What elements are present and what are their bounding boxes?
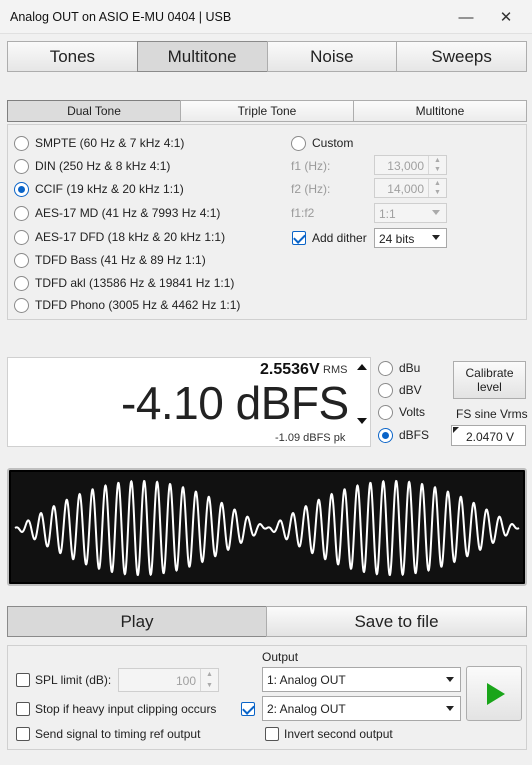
unit-label-dbfs: dBFS [399,428,430,442]
fs-sine-value: 2.0470 V [466,430,515,444]
unit-radio-volts[interactable] [378,405,393,420]
preset-radio-tdfd-phono[interactable] [14,298,29,313]
tab-multitone[interactable]: Multitone [136,41,268,72]
preset-label-din: DIN (250 Hz & 8 kHz 4:1) [35,159,171,173]
output2-value: 2: Analog OUT [267,702,346,716]
calibrate-label-line1: Calibrate [465,366,514,380]
play-button[interactable] [466,666,522,721]
level-stepper[interactable] [354,358,370,446]
spinner-arrows-icon: ▲ ▼ [428,156,446,174]
timing-ref-label: Send signal to timing ref output [35,727,201,741]
spl-limit-label: SPL limit (dB): [35,673,112,687]
corner-marker-icon [453,427,459,433]
arrow-down-icon[interactable] [357,418,367,424]
level-display[interactable]: 2.5536V RMS -4.10 dBFS -1.09 dBFS pk [7,357,371,447]
preset-radio-aes17-dfd[interactable] [14,230,29,245]
fs-sine-label: FS sine Vrms [456,407,528,421]
spl-limit-spinner[interactable]: 100 ▲ ▼ [118,668,219,692]
f1-value: 13,000 [387,159,424,173]
stop-clipping-checkbox[interactable] [16,702,30,716]
timing-ref-checkbox[interactable] [16,727,30,741]
ratio-select[interactable]: 1:1 [374,203,447,223]
preset-label-tdfd-phono: TDFD Phono (3005 Hz & 4462 Hz 1:1) [35,298,241,312]
stop-clipping-label: Stop if heavy input clipping occurs [35,702,217,716]
close-icon: ✕ [499,9,513,26]
save-to-file-button[interactable]: Save to file [266,606,527,637]
unit-label-dbu: dBu [399,361,421,375]
unit-label-dbv: dBV [399,383,422,397]
spinner-arrows-icon: ▲ ▼ [428,179,446,197]
chevron-down-icon [432,210,440,215]
level-main-value: -4.10 dBFS [121,377,349,429]
preset-label-ccif: CCIF (19 kHz & 20 kHz 1:1) [35,182,184,196]
window-title: Analog OUT on ASIO E-MU 0404 | USB [10,10,232,24]
tab-tones[interactable]: Tones [7,41,138,72]
rms-unit: RMS [323,364,348,376]
invert-second-label: Invert second output [284,727,393,741]
preset-label-aes17-md: AES-17 MD (41 Hz & 7993 Hz 4:1) [35,206,221,220]
waveform-svg [14,479,520,577]
spl-limit-checkbox[interactable] [16,673,30,687]
add-dither-checkbox[interactable] [292,231,306,245]
subtab-dual-tone[interactable]: Dual Tone [7,100,181,122]
output-label: Output [262,650,299,664]
chevron-down-icon [446,706,454,711]
close-button[interactable]: ✕ [486,0,526,34]
calibrate-level-button[interactable]: Calibrate level [453,361,526,399]
chevron-down-icon [446,677,454,682]
preset-radio-tdfd-akl[interactable] [14,276,29,291]
preset-radio-ccif[interactable] [14,182,29,197]
preset-label-tdfd-akl: TDFD akl (13586 Hz & 19841 Hz 1:1) [35,276,235,290]
add-dither-label: Add dither [312,231,367,245]
arrow-up-icon[interactable] [357,364,367,370]
invert-second-checkbox[interactable] [265,727,279,741]
f1-spinner[interactable]: 13,000 ▲ ▼ [374,155,447,175]
unit-radio-dbu[interactable] [378,361,393,376]
output2-select[interactable]: 2: Analog OUT [262,696,461,721]
f2-label: f2 (Hz): [291,182,331,196]
preset-radio-smpte[interactable] [14,136,29,151]
preset-label-smpte: SMPTE (60 Hz & 7 kHz 4:1) [35,136,185,150]
preset-radio-tdfd-bass[interactable] [14,253,29,268]
output2-checkbox[interactable] [241,702,255,716]
tab-sweeps[interactable]: Sweeps [396,41,527,72]
unit-radio-dbv[interactable] [378,383,393,398]
tab-noise[interactable]: Noise [266,41,398,72]
unit-radio-dbfs[interactable] [378,428,393,443]
ratio-label: f1:f2 [291,206,315,220]
main-tabs: Tones Multitone Noise Sweeps [7,41,527,72]
title-bar: Analog OUT on ASIO E-MU 0404 | USB — ✕ [0,0,532,34]
f1-label: f1 (Hz): [291,159,331,173]
play-icon [487,682,505,705]
preset-label-aes17-dfd: AES-17 DFD (18 kHz & 20 kHz 1:1) [35,230,226,244]
preset-radio-aes17-md[interactable] [14,206,29,221]
output1-value: 1: Analog OUT [267,673,346,687]
custom-radio[interactable] [291,136,306,151]
f2-spinner[interactable]: 14,000 ▲ ▼ [374,178,447,198]
waveform-trace [14,479,520,577]
spl-limit-value: 100 [175,674,196,688]
preset-radio-din[interactable] [14,159,29,174]
presets-panel [7,124,527,320]
sub-tabs: Dual Tone Triple Tone Multitone [7,100,527,122]
output1-select[interactable]: 1: Analog OUT [262,667,461,692]
ratio-value: 1:1 [379,207,396,221]
f2-value: 14,000 [387,182,424,196]
preset-label-tdfd-bass: TDFD Bass (41 Hz & 89 Hz 1:1) [35,253,206,267]
minimize-icon: — [458,8,474,26]
chevron-down-icon [432,235,440,240]
dither-bits-value: 24 bits [379,232,415,246]
play-tab-button[interactable]: Play [7,606,267,637]
subtab-multitone[interactable]: Multitone [353,100,527,122]
minimize-button[interactable]: — [446,0,486,34]
unit-label-volts: Volts [399,405,426,419]
custom-label: Custom [312,136,354,150]
level-peak: -1.09 dBFS pk [275,432,346,444]
spinner-arrows-icon: ▲ ▼ [200,669,218,691]
subtab-triple-tone[interactable]: Triple Tone [180,100,354,122]
waveform-scope [7,468,527,586]
calibrate-label-line2: level [477,380,502,394]
fs-sine-field[interactable]: 2.0470 V [451,425,526,446]
dither-bits-select[interactable]: 24 bits [374,228,447,248]
